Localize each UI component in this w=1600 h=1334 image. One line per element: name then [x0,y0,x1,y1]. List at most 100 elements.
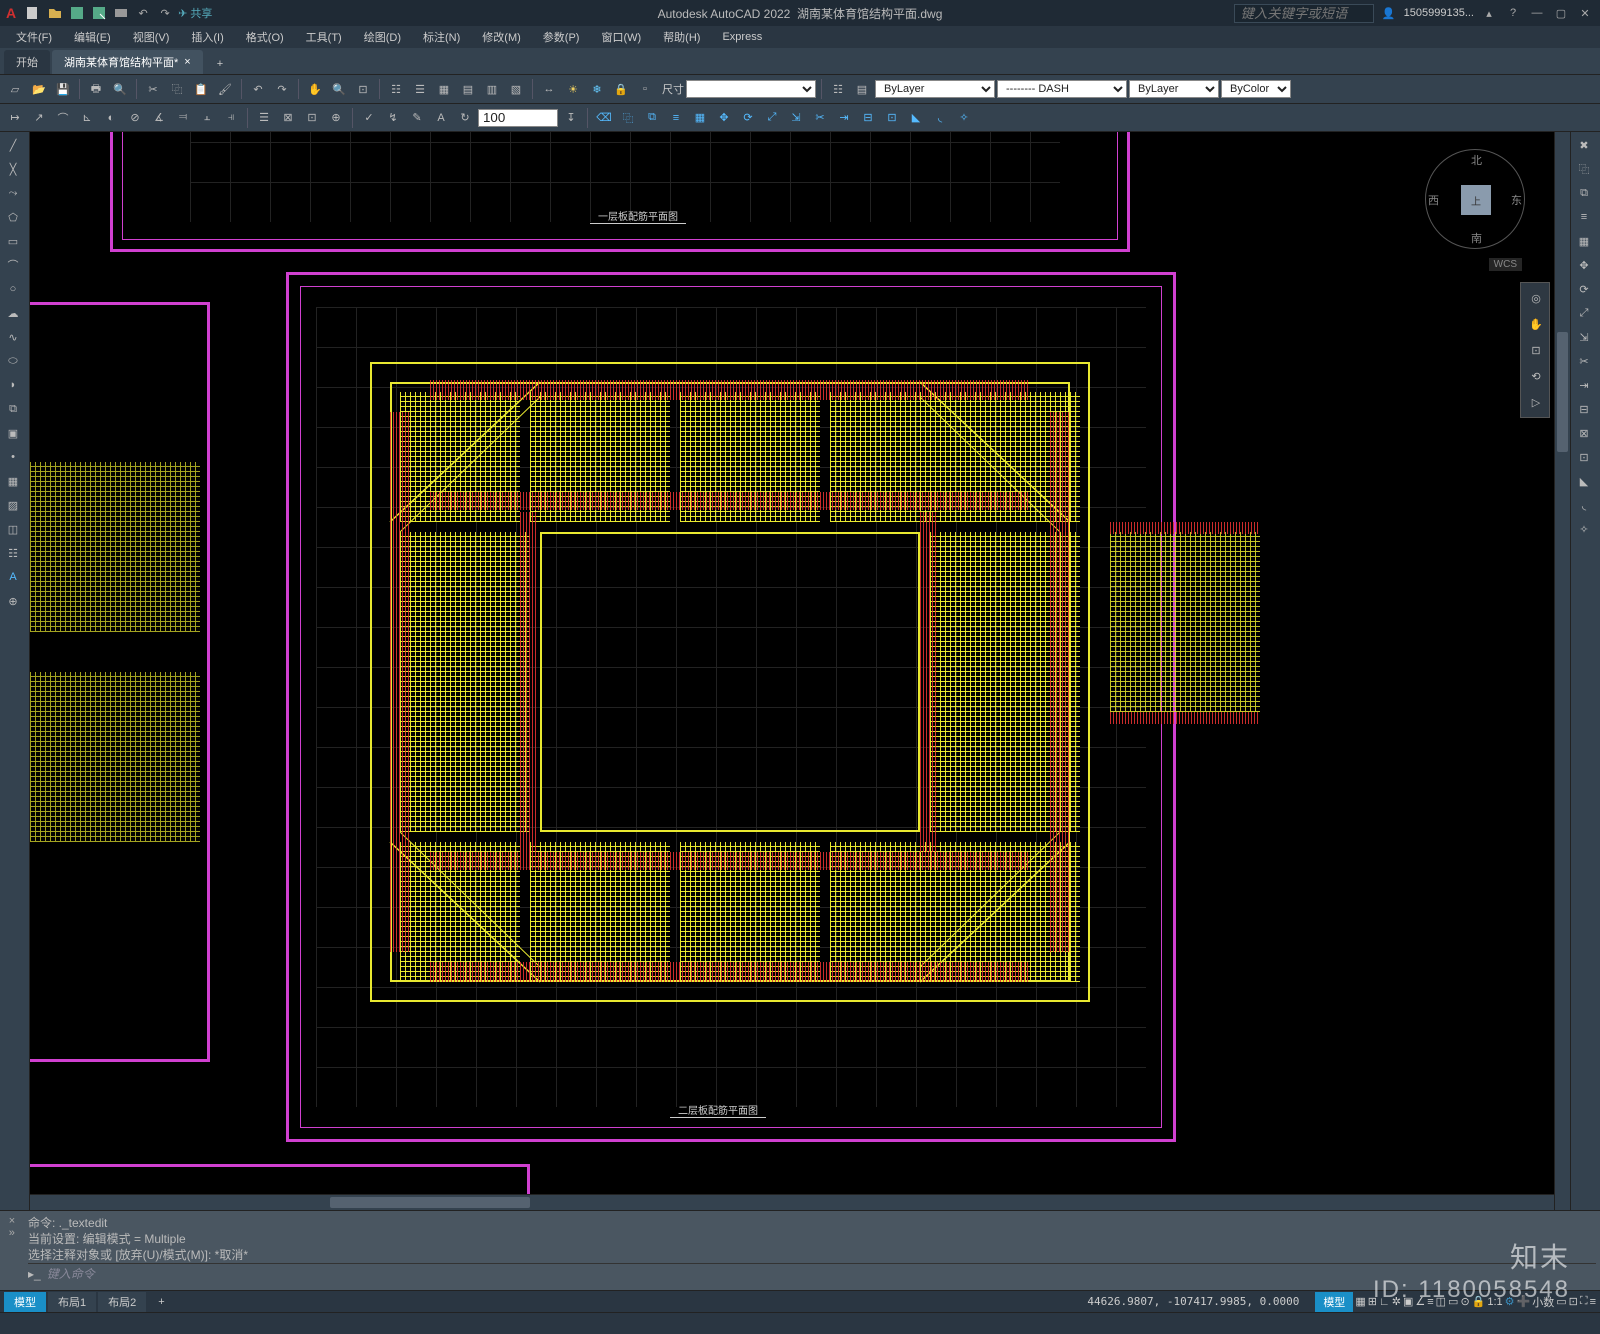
menu-dimension[interactable]: 标注(N) [413,27,470,47]
mod-break-icon[interactable]: ⊟ [857,107,879,129]
menu-file[interactable]: 文件(F) [6,27,62,47]
mod-mirror-icon[interactable]: ⧉ [641,107,663,129]
qcalc-icon[interactable]: ▧ [505,78,527,100]
darc-icon[interactable]: ⌒ [52,107,74,129]
markup-icon[interactable]: ▥ [481,78,503,100]
dimlinear-icon[interactable]: ↔ [538,78,560,100]
arc-icon[interactable]: ⌒ [2,254,24,276]
redo2-icon[interactable]: ↷ [271,78,293,100]
hw-icon[interactable]: ⊡ [1569,1295,1578,1308]
gradient-icon[interactable]: ▨ [2,494,24,516]
layout-tab-add[interactable]: + [148,1294,174,1310]
insert-icon[interactable]: ⧉ [2,398,24,420]
layout-tab-model[interactable]: 模型 [4,1292,46,1312]
r-fillet-icon[interactable]: ◟ [1573,494,1595,516]
app-exchange-icon[interactable]: ▴ [1480,4,1498,22]
menu-view[interactable]: 视图(V) [123,27,180,47]
dquick-icon[interactable]: ⫤ [172,107,194,129]
dimlayer-icon[interactable]: ▫ [634,78,656,100]
matchprop-icon[interactable]: 🖌 [214,78,236,100]
dbase-icon[interactable]: ⫠ [196,107,218,129]
addsel-icon[interactable]: ⊕ [2,590,24,612]
scale-input[interactable] [478,109,558,127]
menu-edit[interactable]: 编辑(E) [64,27,121,47]
line-icon[interactable]: ╱ [2,134,24,156]
close-icon[interactable]: ✕ [1576,4,1594,22]
r-chamfer-icon[interactable]: ◣ [1573,470,1595,492]
menu-window[interactable]: 窗口(W) [591,27,651,47]
mod-chamfer-icon[interactable]: ◣ [905,107,927,129]
new-icon[interactable] [24,4,42,22]
revcloud-icon[interactable]: ☁ [2,302,24,324]
region-icon[interactable]: ◫ [2,518,24,540]
r-copy-icon[interactable]: ⿻ [1573,158,1595,180]
zoom-icon[interactable]: 🔍 [328,78,350,100]
hatch-icon[interactable]: ▦ [2,470,24,492]
viewcube-east[interactable]: 东 [1511,192,1522,208]
help-icon[interactable]: ? [1504,4,1522,22]
dimst-icon[interactable]: ↧ [560,107,582,129]
pan-icon[interactable]: ✋ [304,78,326,100]
dspace-icon[interactable]: ☰ [253,107,275,129]
menu-insert[interactable]: 插入(I) [181,27,233,47]
tab-close-icon[interactable]: × [184,56,190,68]
undo-icon[interactable]: ↶ [134,4,152,22]
r-breakpt-icon[interactable]: ⊟ [1573,398,1595,420]
nav-pan-icon[interactable]: ✋ [1525,313,1547,335]
dbreak-icon[interactable]: ⊠ [277,107,299,129]
dedit-icon[interactable]: ✎ [406,107,428,129]
menu-param[interactable]: 参数(P) [533,27,590,47]
r-erase-icon[interactable]: ✖ [1573,134,1595,156]
dimfreeze-icon[interactable]: ❄ [586,78,608,100]
qopen-icon[interactable]: 📂 [28,78,50,100]
mod-rotate-icon[interactable]: ⟳ [737,107,759,129]
menu-draw[interactable]: 绘图(D) [354,27,411,47]
viewcube-north[interactable]: 北 [1471,152,1482,168]
dim-combo[interactable] [686,80,816,98]
r-offset-icon[interactable]: ≡ [1573,206,1595,228]
scrollbar-vertical[interactable] [1554,132,1570,1210]
r-stretch-icon[interactable]: ⇲ [1573,326,1595,348]
point-icon[interactable]: • [2,446,24,468]
menu-express[interactable]: Express [712,29,772,45]
dcont-icon[interactable]: ⫣ [220,107,242,129]
menu-tools[interactable]: 工具(T) [296,27,352,47]
color-combo[interactable]: ByColor [1221,80,1291,98]
redo-icon[interactable]: ↷ [156,4,174,22]
qnew-icon[interactable]: ▱ [4,78,26,100]
viewcube[interactable]: 北 南 东 西 上 [1420,144,1530,254]
mod-stretch-icon[interactable]: ⇲ [785,107,807,129]
circle-icon[interactable]: ○ [2,278,24,300]
qsave-icon[interactable]: 💾 [52,78,74,100]
tab-document[interactable]: 湖南某体育馆结构平面*× [52,50,203,74]
r-break-icon[interactable]: ⊠ [1573,422,1595,444]
r-explode-icon[interactable]: ✧ [1573,518,1595,540]
r-trim-icon[interactable]: ✂ [1573,350,1595,372]
copy-icon[interactable]: ⿻ [166,78,188,100]
dang-icon[interactable]: ∡ [148,107,170,129]
rect-icon[interactable]: ▭ [2,230,24,252]
command-close-icon[interactable]: ×» [0,1211,24,1290]
props-icon[interactable]: ☷ [385,78,407,100]
signin-icon[interactable]: 👤 [1380,4,1398,22]
r-join-icon[interactable]: ⊡ [1573,446,1595,468]
tab-add[interactable]: + [205,54,235,74]
xline-icon[interactable]: ╳ [2,158,24,180]
saveas-icon[interactable] [90,4,108,22]
nav-zoomext-icon[interactable]: ⊡ [1525,339,1547,361]
r-move-icon[interactable]: ✥ [1573,254,1595,276]
polygon-icon[interactable]: ⬠ [2,206,24,228]
clean-icon[interactable]: ⛶ [1580,1295,1588,1308]
viewcube-west[interactable]: 西 [1428,192,1439,208]
designctr-icon[interactable]: ☰ [409,78,431,100]
maximize-icon[interactable]: ▢ [1552,4,1570,22]
ellipse-icon[interactable]: ⬭ [2,350,24,372]
linetype-combo[interactable]: -------- DASH [997,80,1127,98]
nav-showmot-icon[interactable]: ▷ [1525,391,1547,413]
cut-icon[interactable]: ✂ [142,78,164,100]
djog-icon[interactable]: ↯ [382,107,404,129]
custom-icon[interactable]: ≡ [1590,1296,1596,1308]
status-model[interactable]: 模型 [1315,1292,1353,1312]
open-icon[interactable] [46,4,64,22]
layeriso-icon[interactable]: ▤ [851,78,873,100]
